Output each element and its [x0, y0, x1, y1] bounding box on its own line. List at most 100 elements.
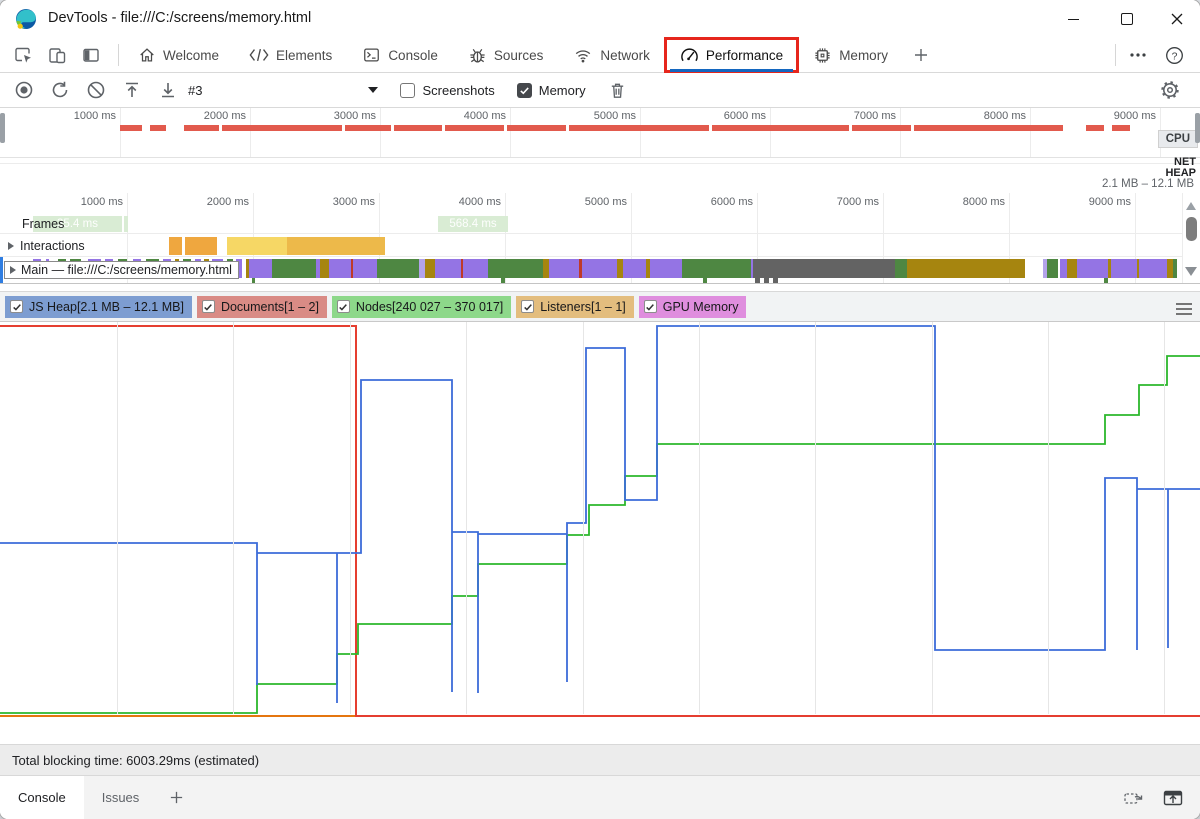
- restore-dock-button[interactable]: [1122, 788, 1144, 808]
- overview-left-handle[interactable]: [0, 113, 5, 143]
- counter-label: Listeners[1 – 1]: [540, 299, 626, 314]
- counter-toggle-2[interactable]: Nodes[240 027 – 370 017]: [331, 295, 512, 318]
- upload-icon: [126, 82, 138, 97]
- counter-checkbox[interactable]: [643, 300, 657, 313]
- check-icon: [339, 303, 348, 311]
- overview-right-handle[interactable]: [1195, 113, 1200, 143]
- delete-recording-button[interactable]: [600, 76, 636, 104]
- active-tab-underline: [669, 69, 794, 72]
- chart-gridlines: [0, 322, 1200, 714]
- time-label: 5000 ms: [584, 196, 627, 208]
- flame-child-tick: [1104, 278, 1108, 283]
- timeline-overview[interactable]: 1000 ms 2000 ms 3000 ms 4000 ms 5000 ms 6000 …: [0, 108, 1200, 194]
- reload-icon: [52, 81, 68, 98]
- check-icon: [646, 303, 655, 311]
- gridline: [233, 322, 234, 714]
- wifi-icon: [576, 50, 591, 63]
- record-button[interactable]: [6, 76, 42, 104]
- expand-panel-icon: [1163, 790, 1183, 805]
- scroll-down-icon[interactable]: [1185, 267, 1197, 276]
- more-options-button[interactable]: [1120, 52, 1156, 58]
- drawer-tab-console[interactable]: Console: [0, 776, 84, 819]
- load-profile-button[interactable]: [114, 76, 150, 104]
- maximize-button[interactable]: [1104, 0, 1150, 38]
- tab-elements[interactable]: Elements: [234, 38, 347, 72]
- screenshots-checkbox[interactable]: [400, 82, 416, 98]
- devtools-window: DevTools - file:///C:/screens/memory.htm…: [0, 0, 1200, 819]
- save-profile-button[interactable]: [150, 76, 186, 104]
- tab-network[interactable]: Network: [558, 38, 665, 72]
- code-brackets-icon: [249, 48, 269, 62]
- drawer-more-tools-button[interactable]: [157, 776, 196, 819]
- counter-checkbox[interactable]: [10, 300, 23, 313]
- scroll-thumb[interactable]: [1186, 217, 1197, 241]
- memory-counters-chart[interactable]: [0, 322, 1200, 717]
- window-title: DevTools - file:///C:/screens/memory.htm…: [48, 10, 312, 26]
- timeline-tracks: 1000 ms 2000 ms 3000 ms 4000 ms 5000 ms 6000 …: [0, 193, 1200, 284]
- counter-toggle-4[interactable]: GPU Memory: [638, 295, 747, 318]
- counter-toggle-1[interactable]: Documents[1 – 2]: [196, 295, 327, 318]
- memory-toggle[interactable]: Memory: [516, 82, 586, 98]
- performance-gauge-icon: [681, 47, 698, 61]
- counter-checkbox[interactable]: [201, 300, 215, 313]
- overview-charts: [0, 108, 1200, 193]
- scroll-up-icon[interactable]: [1186, 202, 1196, 210]
- time-label: 8000 ms: [962, 196, 1005, 208]
- main-track-label[interactable]: Main — file:///C:/screens/memory.html: [4, 261, 239, 279]
- ellipsis-icon: [1130, 53, 1146, 57]
- time-label: 6000 ms: [710, 196, 753, 208]
- flame-child-tick: [501, 278, 505, 283]
- total-blocking-time: Total blocking time: 6003.29ms (estimate…: [12, 752, 260, 768]
- more-tabs-button[interactable]: [903, 38, 939, 72]
- check-icon: [520, 86, 529, 94]
- counter-toggle-0[interactable]: JS Heap[2.1 MB – 12.1 MB]: [5, 295, 192, 318]
- session-dropdown[interactable]: [368, 87, 379, 93]
- screenshots-toggle[interactable]: Screenshots: [400, 82, 495, 98]
- capture-settings-button[interactable]: [1152, 76, 1188, 104]
- help-button[interactable]: ?: [1156, 46, 1192, 65]
- screenshots-label: Screenshots: [422, 82, 495, 98]
- memory-checkbox[interactable]: [516, 82, 532, 98]
- check-icon: [523, 303, 532, 311]
- clear-recording-button[interactable]: [78, 76, 114, 104]
- drawer-tab-bar: Console Issues: [0, 776, 1200, 819]
- gridline: [583, 322, 584, 714]
- minimize-button[interactable]: [1050, 0, 1096, 38]
- tracks-scrollbar[interactable]: [1182, 193, 1200, 283]
- svg-text:?: ?: [1171, 51, 1177, 62]
- console-icon: [364, 48, 380, 62]
- tab-label: Welcome: [163, 47, 220, 63]
- tab-performance[interactable]: Performance: [663, 37, 800, 73]
- time-label: 1000 ms: [80, 196, 123, 208]
- dock-side-button[interactable]: [74, 41, 108, 69]
- device-emulation-button[interactable]: [40, 41, 74, 69]
- counter-toggle-3[interactable]: Listeners[1 – 1]: [516, 295, 634, 318]
- counter-checkbox[interactable]: [521, 300, 535, 313]
- counter-label: Nodes[240 027 – 370 017]: [355, 299, 504, 314]
- tab-welcome[interactable]: Welcome: [123, 38, 234, 72]
- time-label: 2000 ms: [206, 196, 249, 208]
- tab-label: Elements: [276, 47, 333, 63]
- close-button[interactable]: [1154, 0, 1200, 38]
- download-icon: [162, 83, 174, 98]
- tab-memory[interactable]: Memory: [798, 38, 903, 72]
- reload-and-record-button[interactable]: [42, 76, 78, 104]
- tab-sources[interactable]: Sources: [453, 38, 559, 72]
- performance-toolbar: #3 Screenshots Memory: [0, 73, 1200, 108]
- gridline: [1164, 322, 1165, 714]
- edge-logo-icon: [16, 9, 36, 29]
- device-toolbar-icon: [49, 48, 66, 64]
- frame-duration-badge[interactable]: 568.4 ms: [438, 216, 508, 232]
- legend-menu-icon[interactable]: [1176, 303, 1192, 318]
- interaction-bar: [169, 237, 182, 255]
- expand-drawer-button[interactable]: [1162, 788, 1184, 808]
- title-bar: DevTools - file:///C:/screens/memory.htm…: [0, 0, 1200, 38]
- frame-duration-badge[interactable]: [124, 216, 128, 232]
- inspect-element-button[interactable]: [6, 41, 40, 69]
- counter-checkbox[interactable]: [336, 300, 350, 313]
- drawer-tab-issues[interactable]: Issues: [84, 776, 158, 819]
- interactions-track[interactable]: [0, 237, 1200, 255]
- close-icon: [1171, 13, 1183, 25]
- drawer-right-icons: [1122, 776, 1200, 819]
- tab-console[interactable]: Console: [347, 38, 453, 72]
